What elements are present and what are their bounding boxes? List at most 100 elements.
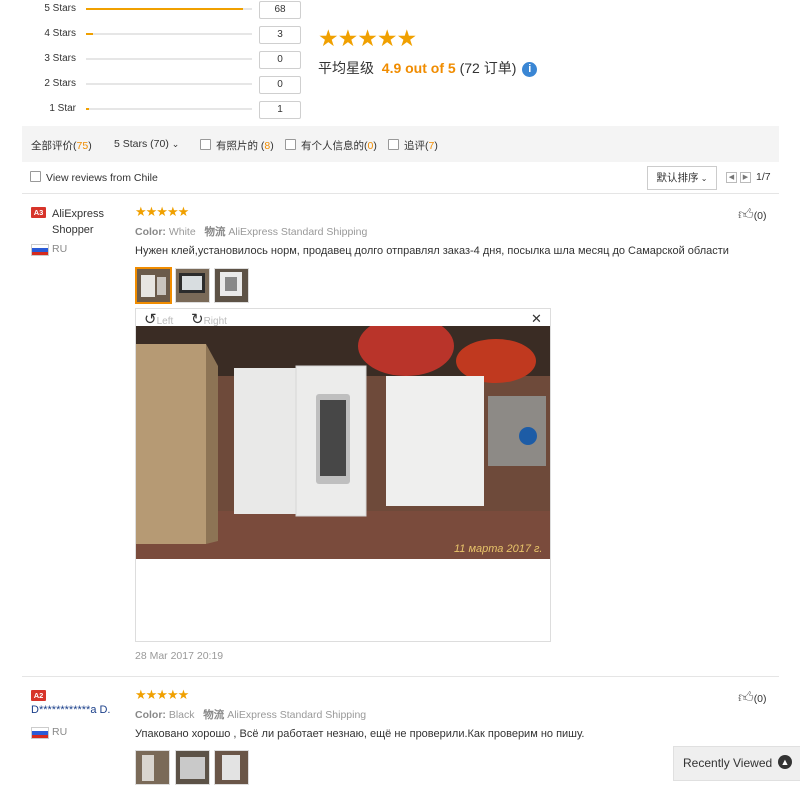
review-photo-thumb[interactable] — [135, 267, 172, 304]
photo-thumbnail — [215, 751, 248, 784]
shipping-label: 物流 — [203, 709, 225, 721]
review-photo-thumb[interactable] — [135, 750, 170, 785]
review-meta: Color: White 物流 AliExpress Standard Ship… — [135, 224, 367, 239]
reviewer-name[interactable]: AliExpress Shopper — [52, 206, 122, 238]
average-rating: 平均星级 4.9 out of 5 (72 订单) i — [318, 58, 538, 78]
filter-photos-count: 8 — [264, 140, 271, 152]
filter-additional-count: 7 — [428, 140, 435, 152]
rating-bar-fill — [86, 8, 243, 10]
order-count: (72 订单) — [459, 60, 517, 76]
review-photo-thumb[interactable] — [214, 750, 249, 785]
review-date: 28 Mar 2017 20:19 — [135, 650, 224, 662]
filter-additional[interactable]: 追评(7) — [388, 138, 438, 153]
rating-bar-fill — [86, 33, 93, 35]
helpful-count: (0) — [753, 210, 767, 222]
checkbox[interactable] — [388, 139, 399, 150]
filter-all-count: 75 — [76, 140, 89, 152]
rating-bar-track — [86, 33, 252, 35]
review-photo-thumb[interactable] — [175, 750, 210, 785]
photo-thumbnail — [136, 751, 169, 784]
reviewer-name-text: AliExpress Shopper — [52, 208, 104, 236]
photo-thumbnail — [137, 269, 170, 302]
country-code: RU — [52, 726, 68, 738]
close-icon[interactable]: ✕ — [531, 311, 542, 327]
reviewer-name[interactable]: D************a D. — [31, 704, 111, 716]
country-flag-icon — [31, 244, 49, 256]
filter-additional-label: 追评 — [404, 140, 425, 152]
user-level-badge: A2 — [31, 690, 46, 701]
rating-count-box[interactable]: 0 — [259, 51, 301, 69]
filter-with-info[interactable]: 有个人信息的(0) — [285, 138, 377, 153]
chevron-up-icon: ▲ — [778, 755, 792, 769]
rating-bar-track — [86, 108, 252, 110]
review-text: Нужен клей,установилось норм, продавец д… — [135, 245, 729, 257]
review-photo-thumb[interactable] — [214, 268, 249, 303]
review-stars: ★★★★★ — [135, 204, 189, 219]
rating-row-label: 3 Stars — [44, 53, 76, 64]
review-meta: Color: Black 物流 AliExpress Standard Ship… — [135, 707, 366, 722]
view-chile-filter[interactable]: View reviews from Chile — [30, 171, 158, 184]
average-prefix: 平均星级 — [318, 60, 374, 76]
rating-bar-track — [86, 83, 252, 85]
chevron-down-icon: ⌄ — [698, 174, 708, 183]
thumbs-up-icon: 👍︎ — [738, 689, 754, 706]
helpful-button[interactable]: 👍︎(0) — [738, 689, 767, 707]
filter-photos-label: 有照片的 — [216, 140, 258, 152]
filter-all-reviews[interactable]: 全部评价(75) — [31, 138, 92, 153]
photo-thumbnail — [215, 269, 248, 302]
rating-row-label: 1 Star — [49, 103, 76, 114]
country-code: RU — [52, 243, 68, 255]
color-label: Color: — [135, 226, 166, 238]
rating-bar-track — [86, 8, 252, 10]
divider — [22, 193, 779, 194]
review-filter-bar: 全部评价(75) 5 Stars (70) ⌄ 有照片的 (8) 有个人信息的(… — [22, 126, 779, 162]
rating-row-label: 5 Stars — [44, 3, 76, 14]
stars-filter-label: 5 Stars (70) — [114, 138, 169, 150]
color-value: White — [168, 226, 196, 238]
review-stars: ★★★★★ — [135, 687, 189, 702]
photo-date-stamp: 11 марта 2017 г. — [454, 543, 542, 555]
recently-viewed-label: Recently Viewed — [683, 756, 773, 770]
stars-filter-select[interactable]: 5 Stars (70) ⌄ — [114, 138, 179, 150]
filter-info-count: 0 — [367, 140, 374, 152]
page-indicator: 1/7 — [756, 171, 771, 183]
review-photo: 11 марта 2017 г. — [136, 326, 550, 559]
next-page-icon[interactable]: ▶ — [740, 172, 751, 183]
user-level-badge: A3 — [31, 207, 46, 218]
photo-thumbnail — [176, 751, 209, 784]
rating-bar-track — [86, 58, 252, 60]
average-score: 4.9 out of 5 — [381, 60, 456, 76]
color-value: Black — [168, 709, 195, 721]
photo-thumbnail — [176, 269, 209, 302]
filter-info-label: 有个人信息的 — [301, 140, 364, 152]
rating-count-box[interactable]: 1 — [259, 101, 301, 119]
country-flag-icon — [31, 727, 49, 739]
checkbox[interactable] — [200, 139, 211, 150]
helpful-count: (0) — [753, 693, 767, 705]
review-text: Упаковано хорошо , Всё ли работает незна… — [135, 728, 585, 740]
review-photo-thumb[interactable] — [175, 268, 210, 303]
rating-count-box[interactable]: 68 — [259, 1, 301, 19]
info-icon[interactable]: i — [522, 62, 538, 77]
checkbox[interactable] — [285, 139, 296, 150]
rating-count-box[interactable]: 0 — [259, 76, 301, 94]
photo-viewer: ↺Left ↻Right ✕ 11 марта 2017 г. — [135, 308, 551, 642]
rating-count-box[interactable]: 3 — [259, 26, 301, 44]
rating-row-label: 4 Stars — [44, 28, 76, 39]
rating-row-label: 2 Stars — [44, 78, 76, 89]
thumbs-up-icon: 👍︎ — [738, 206, 754, 223]
recently-viewed-button[interactable]: Recently Viewed ▲ — [673, 746, 800, 781]
checkbox[interactable] — [30, 171, 41, 182]
shipping-value: AliExpress Standard Shipping — [228, 226, 368, 238]
helpful-button[interactable]: 👍︎(0) — [738, 206, 767, 224]
rating-bar-fill — [86, 108, 89, 110]
view-chile-label: View reviews from Chile — [46, 172, 158, 184]
shipping-label: 物流 — [204, 226, 226, 238]
prev-page-icon[interactable]: ◀ — [726, 172, 737, 183]
divider — [22, 676, 779, 677]
color-label: Color: — [135, 709, 166, 721]
sort-select[interactable]: 默认排序 ⌄ — [647, 166, 717, 190]
shipping-value: AliExpress Standard Shipping — [227, 709, 367, 721]
filter-with-photos[interactable]: 有照片的 (8) — [200, 138, 274, 153]
average-stars: ★★★★★ — [318, 25, 417, 51]
